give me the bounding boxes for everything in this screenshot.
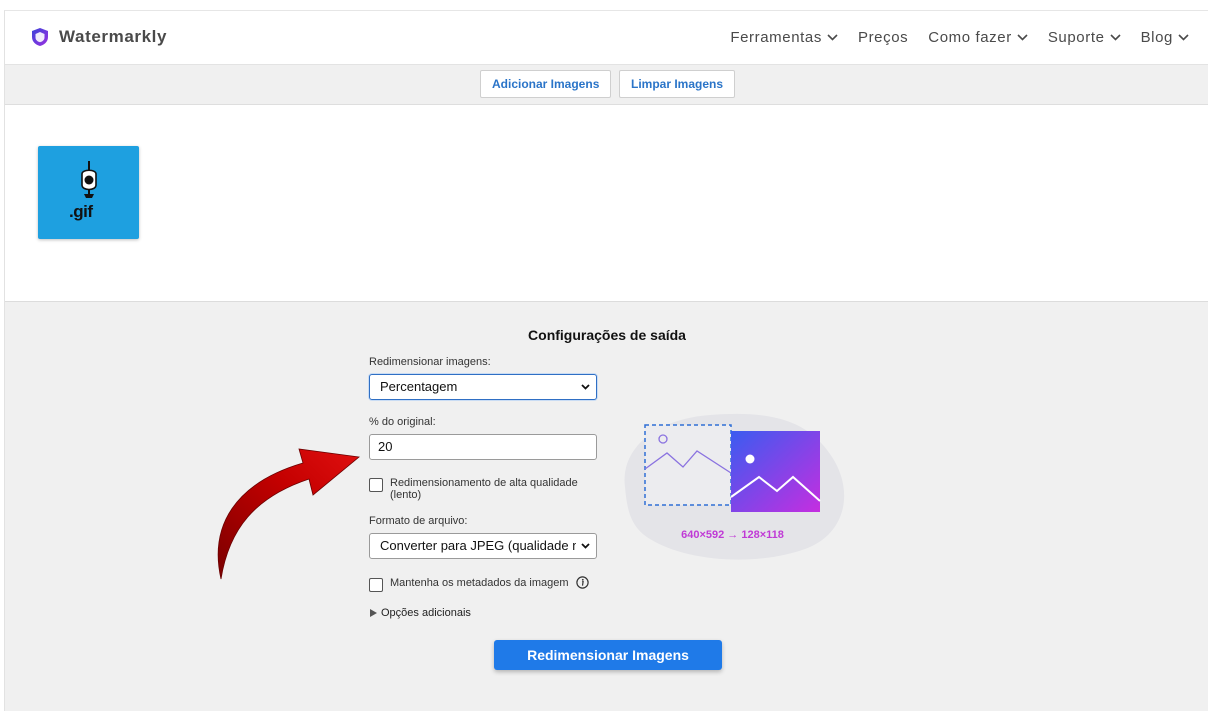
select-value: Percentagem	[380, 379, 458, 394]
nav-blog[interactable]: Blog	[1141, 29, 1189, 46]
keep-metadata-option: Mantenha os metadados da imagem	[369, 576, 589, 592]
format-label: Formato de arquivo:	[369, 515, 468, 527]
nav-como-fazer[interactable]: Como fazer	[928, 29, 1028, 46]
nav-label: Preços	[857, 29, 909, 46]
high-quality-label-line2: (lento)	[390, 489, 422, 501]
percent-label: % do original:	[369, 416, 436, 428]
brand-name: Watermarkly	[59, 27, 168, 46]
chevron-down-icon	[581, 384, 590, 390]
resized-image-icon	[731, 431, 820, 512]
main-nav: Ferramentas Preços Como fazer Suporte Bl…	[710, 29, 1189, 46]
chevron-down-icon	[827, 34, 838, 41]
nav-precos[interactable]: Preços	[858, 29, 908, 46]
clear-images-button[interactable]: Limpar Imagens	[619, 70, 736, 98]
image-list: .gif	[5, 105, 1208, 302]
resize-images-button[interactable]: Redimensionar Imagens	[494, 640, 722, 670]
nav-label: Como fazer	[928, 29, 1012, 46]
keep-metadata-label: Mantenha os metadados da imagem	[390, 577, 569, 589]
gif-file-icon	[81, 161, 97, 198]
dimensions-text: 640×592 → 128×118	[681, 529, 784, 541]
settings-title: Configurações de saída	[528, 327, 686, 343]
chevron-down-icon	[1178, 34, 1189, 41]
page-frame: Watermarkly Ferramentas Preços Como faze…	[4, 10, 1208, 711]
select-value: Converter para JPEG (qualidade máxima)	[380, 538, 576, 553]
red-arrow-icon	[217, 448, 360, 580]
additional-options-toggle[interactable]: Opções adicionais	[370, 607, 471, 619]
format-select[interactable]: Converter para JPEG (qualidade máxima)	[369, 533, 597, 559]
chevron-down-icon	[581, 543, 590, 549]
high-quality-checkbox[interactable]	[369, 478, 383, 492]
chevron-down-icon	[1109, 34, 1121, 41]
nav-label: Ferramentas	[730, 29, 822, 46]
image-thumbnail[interactable]: .gif	[38, 146, 139, 239]
triangle-right-icon	[370, 609, 377, 617]
percent-input[interactable]: 20	[369, 434, 597, 460]
site-header: Watermarkly Ferramentas Preços Como faze…	[5, 11, 1208, 65]
nav-label: Suporte	[1047, 29, 1105, 46]
shield-logo-icon	[32, 28, 48, 46]
nav-suporte[interactable]: Suporte	[1048, 29, 1121, 46]
image-toolbar: Adicionar Imagens Limpar Imagens	[5, 65, 1208, 105]
nav-ferramentas[interactable]: Ferramentas	[730, 29, 838, 46]
high-quality-option: Redimensionamento de alta qualidade (len…	[369, 477, 578, 501]
high-quality-label-line1: Redimensionamento de alta qualidade	[390, 477, 578, 489]
info-icon[interactable]	[575, 576, 589, 589]
resize-mode-select[interactable]: Percentagem	[369, 374, 597, 400]
image-filename: .gif	[69, 202, 93, 221]
additional-options-label: Opções adicionais	[381, 607, 471, 619]
keep-metadata-checkbox[interactable]	[369, 578, 383, 592]
add-images-button[interactable]: Adicionar Imagens	[480, 70, 612, 98]
nav-label: Blog	[1140, 29, 1173, 46]
high-quality-label: Redimensionamento de alta qualidade (len…	[390, 477, 578, 501]
logo[interactable]: Watermarkly	[31, 27, 167, 47]
chevron-down-icon	[1017, 34, 1028, 41]
resize-label: Redimensionar imagens:	[369, 356, 491, 368]
